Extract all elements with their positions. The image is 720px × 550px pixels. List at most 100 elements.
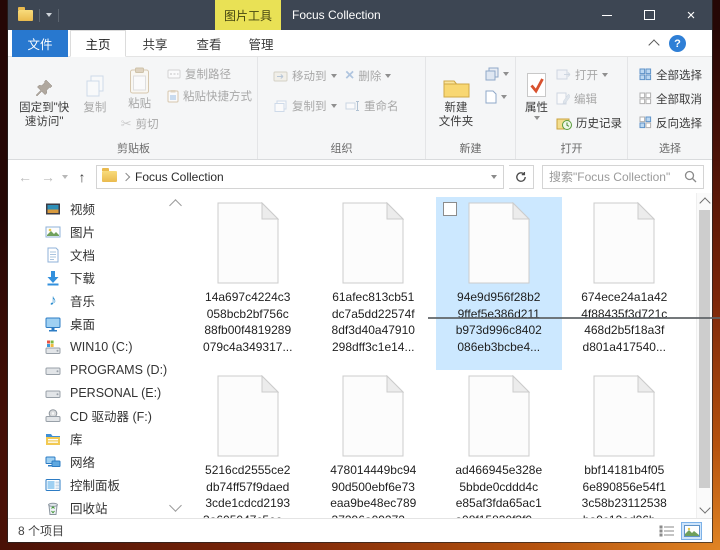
recycle-bin-icon [48, 502, 58, 515]
vertical-scrollbar[interactable] [696, 193, 712, 518]
sidebar-item-drive-e[interactable]: PERSONAL (E:) [8, 381, 185, 404]
sidebar-item-drive-c[interactable]: WIN10 (C:) [8, 335, 185, 358]
minimize-icon [602, 14, 612, 16]
window-title: Focus Collection [292, 8, 381, 22]
new-folder-button[interactable]: 新建 文件夹 [430, 60, 482, 131]
properties-button[interactable]: 属性 [520, 60, 553, 122]
copy-button[interactable]: 复制 [74, 60, 115, 117]
cut-button[interactable]: ✂ 剪切 [118, 113, 162, 134]
sidebar-item-libraries[interactable]: 库 [8, 427, 185, 450]
dropdown-caret-icon [385, 73, 392, 78]
refresh-button[interactable] [509, 164, 534, 189]
collapse-ribbon-icon[interactable] [648, 39, 660, 51]
selection-checkbox[interactable] [443, 202, 457, 216]
qat-customize-caret-icon[interactable] [46, 13, 52, 17]
forward-button[interactable]: → [39, 169, 57, 185]
file-item[interactable]: 61afec813cb51 dc7a5dd22574f 8df3d40a4791… [311, 197, 437, 370]
scroll-down-icon[interactable] [699, 502, 711, 514]
file-item[interactable]: 5216cd2555ce2 db74ff57f9daed 3cde1cdcd21… [185, 370, 311, 518]
main-area: 视频 图片 文档 下载 ♪ 音乐 桌面 WIN10 (C:) PROGRAMS … [8, 193, 712, 518]
scrollbar-thumb[interactable] [699, 210, 710, 488]
sidebar-item-videos[interactable]: 视频 [8, 197, 185, 220]
view-toggles [656, 521, 702, 540]
file-item[interactable]: ad466945e328e 5bbde0cddd4c e85af3fda65ac… [436, 370, 562, 518]
invert-selection-button[interactable]: 反向选择 [636, 112, 705, 133]
file-item[interactable]: bbf14181b4f05 6e890856e54f1 3c58b2311253… [562, 370, 688, 518]
copy-to-button[interactable]: 复制到 [270, 95, 342, 116]
open-group-label: 打开 [560, 143, 583, 155]
edit-icon [556, 92, 570, 105]
breadcrumb-path[interactable]: Focus Collection [135, 170, 224, 184]
easy-access-icon [485, 67, 499, 81]
close-button[interactable]: × [670, 0, 712, 30]
paste-button[interactable]: 粘贴 [126, 60, 153, 113]
details-view-button[interactable] [656, 522, 677, 540]
minimize-button[interactable] [586, 0, 628, 30]
move-to-icon [273, 71, 288, 81]
tab-manage[interactable]: 管理 [236, 30, 286, 57]
new-item-icon [485, 90, 497, 104]
select-all-button[interactable]: 全部选择 [636, 64, 705, 85]
videos-icon [46, 203, 60, 214]
contextual-tab-picture-tools[interactable]: 图片工具 [215, 0, 281, 30]
select-group: 全部选择 全部取消 反向选择 选择 [628, 57, 712, 159]
back-button[interactable]: ← [16, 169, 34, 185]
delete-button[interactable]: × 删除 [342, 65, 402, 86]
maximize-button[interactable] [628, 0, 670, 30]
select-none-button[interactable]: 全部取消 [636, 88, 705, 109]
sidebar-item-cd-drive[interactable]: CD 驱动器 (F:) [8, 404, 185, 427]
file-item-selected[interactable]: 94e9d956f28b2 9ffef5e386d211 b973d996c84… [436, 197, 562, 370]
network-icon [45, 456, 61, 467]
thumbnail-view-button[interactable] [681, 521, 702, 540]
music-icon: ♪ [49, 291, 57, 309]
downloads-icon [47, 270, 59, 285]
address-dropdown-caret-icon[interactable] [491, 174, 497, 179]
search-icon [684, 170, 697, 183]
copy-path-button[interactable]: 复制路径 [164, 63, 255, 84]
help-icon[interactable]: ? [669, 35, 686, 52]
documents-icon [47, 247, 59, 262]
clipboard-group: 固定到"快速访问" 复制 粘贴 ✂ 剪切 复制路径 粘贴快捷方式 剪贴板 [10, 57, 258, 159]
pictures-icon [45, 226, 61, 237]
sidebar-item-drive-d[interactable]: PROGRAMS (D:) [8, 358, 185, 381]
search-placeholder: 搜索"Focus Collection" [549, 170, 671, 184]
caption-buttons: × [586, 0, 712, 30]
sidebar-item-downloads[interactable]: 下载 [8, 266, 185, 289]
up-button[interactable]: ↑ [73, 169, 91, 185]
rename-button[interactable]: 重命名 [342, 95, 402, 116]
edit-button[interactable]: 编辑 [553, 88, 625, 109]
file-name: 5216cd2555ce2 db74ff57f9daed 3cde1cdcd21… [203, 463, 292, 518]
sidebar-item-pictures[interactable]: 图片 [8, 220, 185, 243]
close-icon: × [686, 6, 696, 24]
tab-home[interactable]: 主页 [70, 30, 126, 57]
paste-shortcut-button[interactable]: 粘贴快捷方式 [164, 85, 255, 106]
move-to-button[interactable]: 移动到 [270, 65, 342, 86]
file-item[interactable]: 14a697c4224c3 058bcb2bf756c 88fb00f48192… [185, 197, 311, 370]
tab-share[interactable]: 共享 [128, 30, 182, 57]
search-input[interactable]: 搜索"Focus Collection" [542, 164, 704, 189]
sidebar-item-desktop[interactable]: 桌面 [8, 312, 185, 335]
system-drive-icon [45, 340, 61, 354]
history-button[interactable]: 历史记录 [553, 112, 625, 133]
tab-view[interactable]: 查看 [184, 30, 234, 57]
easy-access-button[interactable] [482, 66, 512, 82]
file-grid: 14a697c4224c3 058bcb2bf756c 88fb00f48192… [185, 197, 687, 518]
tab-file[interactable]: 文件 [12, 30, 68, 57]
pin-to-quick-access-button[interactable]: 固定到"快速访问" [14, 60, 74, 131]
file-item[interactable]: 674ece24a1a42 4f88435f3d721c 468d2b5f18a… [562, 197, 688, 370]
select-group-label: 选择 [659, 143, 681, 155]
new-item-button[interactable] [482, 89, 512, 105]
recent-locations-caret-icon[interactable] [62, 174, 68, 179]
sidebar-item-network[interactable]: 网络 [8, 450, 185, 473]
sidebar-item-recycle-bin[interactable]: 回收站 [8, 496, 185, 518]
scroll-up-icon[interactable] [699, 197, 711, 209]
file-item[interactable]: 478014449bc94 90d500ebf6e73 eaa9be48ec78… [311, 370, 437, 518]
sidebar-item-music[interactable]: ♪ 音乐 [8, 289, 185, 312]
file-icon [593, 375, 656, 457]
sidebar-item-documents[interactable]: 文档 [8, 243, 185, 266]
sidebar-item-control-panel[interactable]: 控制面板 [8, 473, 185, 496]
address-box[interactable]: Focus Collection [96, 164, 504, 189]
open-button[interactable]: 打开 [553, 64, 625, 85]
select-none-icon [639, 92, 652, 105]
divider [58, 8, 59, 22]
